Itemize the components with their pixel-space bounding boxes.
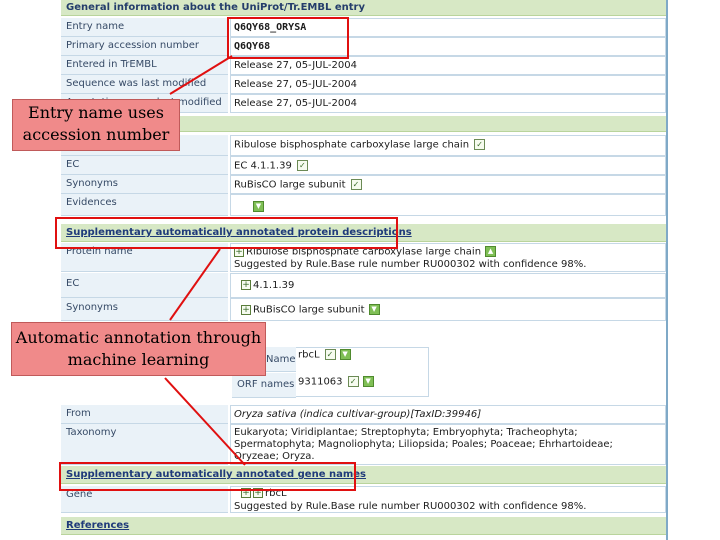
section-references-title[interactable]: References — [66, 520, 129, 531]
taxonomy-line[interactable]: Spermatophyta; Magnoliophyta; Liliopsida… — [234, 439, 613, 450]
orf-value: 9311063 ✓ ▼ — [298, 376, 374, 388]
label-text: EC — [66, 278, 80, 289]
add-icon[interactable]: + — [241, 280, 251, 290]
supp-ec-value: +4.1.1.39 — [241, 280, 294, 291]
row-value-supp-synonyms: + RuBisCO large subunit ▼ — [230, 298, 666, 321]
label-text: Primary accession number — [66, 40, 199, 51]
scroll-edge — [666, 0, 668, 540]
section-general-header: General information about the UniProt/Tr… — [61, 0, 666, 16]
row-label-supp-ec: EC — [61, 273, 228, 298]
row-label-synonyms: Synonyms — [61, 175, 228, 194]
callout-automatic-text: Automatic annotation through machine lea… — [15, 328, 262, 369]
expand-evidence-icon[interactable]: ▼ — [253, 201, 264, 212]
synonyms-text: RuBisCO large subunit — [234, 179, 346, 191]
row-value-ann-modified: Release 27, 05-JUL-2004 — [230, 94, 666, 113]
row-value-seq-modified: Release 27, 05-JUL-2004 — [230, 75, 666, 94]
row-label-seq-modified: Sequence was last modified — [61, 75, 228, 94]
seq-modified-value: Release 27, 05-JUL-2004 — [234, 79, 357, 90]
callout-entry-name: Entry name uses accession number — [12, 99, 180, 151]
synonyms-value: RuBisCO large subunit ✓ — [234, 179, 362, 191]
highlight-box-supp-protein — [55, 217, 398, 249]
section-general-title: General information about the UniProt/Tr… — [66, 2, 365, 13]
check-icon[interactable]: ✓ — [324, 349, 336, 360]
label-text: Synonyms — [66, 178, 118, 189]
expand-icon[interactable]: ▼ — [339, 349, 351, 360]
row-value-supp-ec: +4.1.1.39 — [230, 273, 666, 298]
gene-name-text: rbcL — [298, 349, 320, 361]
label-text: EC — [66, 159, 80, 170]
label-text: Entered in TrEMBL — [66, 59, 157, 70]
label-text: Evidences — [66, 197, 117, 208]
label-text: From — [66, 408, 91, 419]
row-value-evidences: ▼ — [230, 194, 666, 216]
rule-note: Suggested by Rule.Base rule number RU000… — [234, 259, 587, 270]
row-label-entered: Entered in TrEMBL — [61, 56, 228, 75]
protein-name-value: Ribulose bisphosphate carboxylase large … — [234, 139, 486, 151]
add-icon[interactable]: + — [241, 304, 251, 315]
expand-icon[interactable]: ▲ — [485, 246, 497, 257]
row-label-taxonomy: Taxonomy — [61, 424, 228, 465]
expand-icon[interactable]: ▼ — [362, 376, 374, 387]
orf-label-cell: ORF names — [232, 373, 296, 398]
check-icon[interactable]: ✓ — [474, 139, 486, 150]
row-label-entry-name: Entry name — [61, 18, 228, 37]
ec-text: EC 4.1.1.39 — [234, 160, 292, 172]
orf-label: ORF names — [237, 379, 295, 390]
callout-entry-name-text: Entry name uses accession number — [22, 103, 170, 144]
check-icon[interactable]: ✓ — [347, 376, 359, 387]
row-value-ec: EC 4.1.1.39 ✓ — [230, 156, 666, 175]
highlight-box-entry-name — [227, 17, 349, 59]
expand-icon[interactable]: ▼ — [368, 304, 380, 315]
row-label-evidences: Evidences — [61, 194, 228, 216]
ec-value: EC 4.1.1.39 ✓ — [234, 160, 308, 172]
label-text: Synonyms — [66, 302, 118, 313]
taxonomy-line[interactable]: Eukaryota; Viridiplantae; Streptophyta; … — [234, 427, 578, 438]
gene-name-label-tail: Name — [266, 354, 296, 365]
gene-name-value: rbcL ✓ ▼ — [298, 349, 351, 361]
row-label-from: From — [61, 405, 228, 424]
organism-link[interactable]: Oryza sativa (indica cultivar-group)[Tax… — [234, 409, 481, 420]
row-value-from: Oryza sativa (indica cultivar-group)[Tax… — [230, 405, 666, 424]
row-label-ec: EC — [61, 156, 228, 175]
section-references-header: References — [61, 517, 666, 535]
supp-ec-text: 4.1.1.39 — [253, 280, 295, 291]
supp-synonyms-text: RuBisCO large subunit — [253, 304, 365, 316]
row-value-protein: Ribulose bisphosphate carboxylase large … — [230, 135, 666, 156]
entered-value: Release 27, 05-JUL-2004 — [234, 60, 357, 71]
label-text: Sequence was last modified — [66, 78, 207, 89]
label-text: Entry name — [66, 21, 125, 32]
highlight-box-supp-gene — [59, 462, 356, 491]
ann-modified-value: Release 27, 05-JUL-2004 — [234, 98, 357, 109]
row-value-taxonomy: Eukaryota; Viridiplantae; Streptophyta; … — [230, 424, 666, 465]
check-icon[interactable]: ✓ — [296, 160, 308, 171]
label-text: Taxonomy — [66, 427, 117, 438]
check-icon[interactable]: ✓ — [350, 179, 362, 190]
row-label-supp-synonyms: Synonyms — [61, 298, 228, 321]
row-label-accession: Primary accession number — [61, 37, 228, 56]
orf-text: 9311063 — [298, 376, 343, 388]
row-value-synonyms: RuBisCO large subunit ✓ — [230, 175, 666, 194]
protein-name-text: Ribulose bisphosphate carboxylase large … — [234, 139, 470, 151]
supp-synonyms-value: + RuBisCO large subunit ▼ — [241, 304, 380, 316]
rule-note: Suggested by Rule.Base rule number RU000… — [234, 501, 587, 512]
taxonomy-line[interactable]: Oryzeae; Oryza. — [234, 451, 315, 462]
callout-automatic-annotation: Automatic annotation through machine lea… — [11, 322, 266, 376]
